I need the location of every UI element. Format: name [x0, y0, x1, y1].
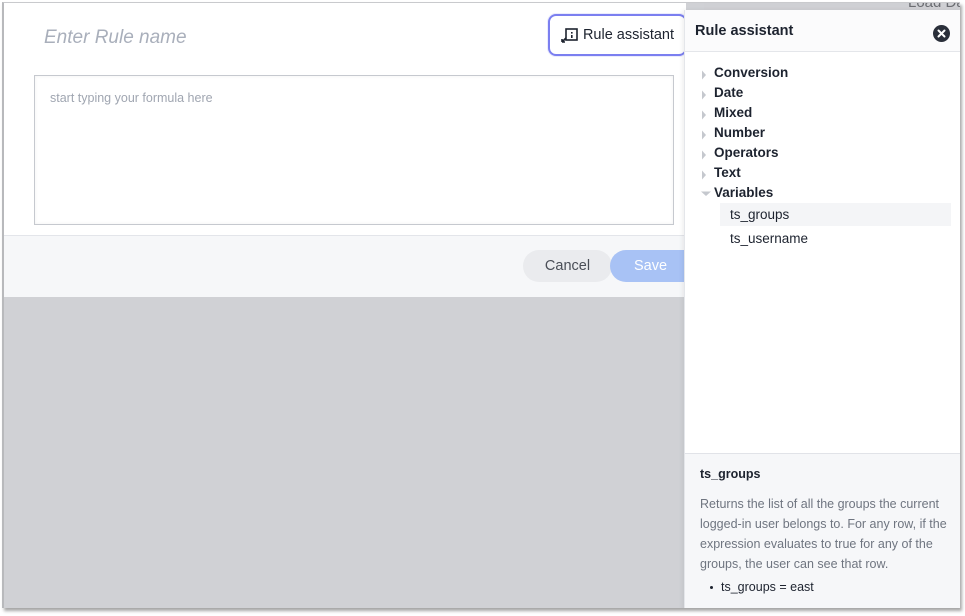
tree-category-number[interactable]: Number [685, 122, 960, 142]
rule-assistant-label: Rule assistant [582, 27, 675, 43]
tree-category-label: Variables [714, 184, 774, 200]
caret-right-icon [701, 167, 713, 180]
formula-input[interactable] [35, 76, 673, 224]
caret-right-icon [701, 127, 713, 140]
app-frame: Load Da Rule assistant Cancel Save [2, 2, 960, 608]
tree-category-operators[interactable]: Operators [685, 142, 960, 162]
caret-right-icon [701, 67, 713, 80]
caret-right-icon [701, 87, 713, 100]
tree-item-ts-groups[interactable]: ts_groups [720, 203, 951, 226]
description-example: ts_groups = east [710, 580, 947, 594]
tree-category-label: Date [714, 84, 744, 100]
bullet-icon [710, 585, 713, 589]
tree-category-label: Number [714, 124, 766, 140]
tree-category-text[interactable]: Text [685, 162, 960, 182]
cancel-button[interactable]: Cancel [523, 250, 612, 282]
tree-category-date[interactable]: Date [685, 82, 960, 102]
rule-assistant-panel: Rule assistant Conversion Date Mixed Num… [684, 10, 960, 608]
tree-category-label: Conversion [714, 64, 789, 80]
rule-editor-modal: Rule assistant Cancel Save [4, 3, 700, 297]
close-icon[interactable] [933, 25, 950, 42]
tree-category-conversion[interactable]: Conversion [685, 62, 960, 82]
tree-item-ts-username[interactable]: ts_username [720, 227, 951, 250]
formula-editor [34, 75, 674, 225]
example-text: ts_groups = east [721, 580, 814, 594]
caret-down-icon [701, 187, 713, 197]
tree-category-mixed[interactable]: Mixed [685, 102, 960, 122]
function-tree: Conversion Date Mixed Number Operators T… [685, 62, 960, 250]
modal-footer: Cancel Save [4, 235, 700, 297]
caret-right-icon [701, 147, 713, 160]
tree-category-label: Mixed [714, 104, 753, 120]
panel-header: Rule assistant [685, 10, 960, 52]
tree-category-variables[interactable]: Variables [685, 182, 960, 202]
panel-title: Rule assistant [695, 23, 794, 39]
tree-category-label: Text [714, 164, 741, 180]
tree-category-label: Operators [714, 144, 779, 160]
rule-name-input[interactable] [44, 23, 444, 53]
description-body: Returns the list of all the groups the c… [700, 497, 947, 571]
function-description: ts_groups Returns the list of all the gr… [685, 453, 960, 608]
rule-assistant-icon [561, 27, 579, 43]
rule-assistant-button[interactable]: Rule assistant [548, 14, 687, 56]
description-title: ts_groups [700, 467, 761, 481]
caret-right-icon [701, 107, 713, 120]
